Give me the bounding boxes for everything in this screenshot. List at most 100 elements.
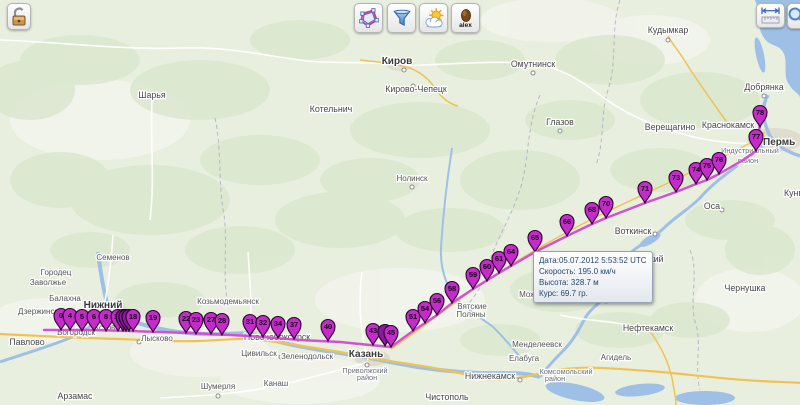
map-label: Котельнич <box>310 104 352 114</box>
map-label: Воткинск <box>615 226 652 236</box>
map-label: Агидель <box>601 353 631 362</box>
waypoint-number: 75 <box>703 161 711 170</box>
zoom-icon <box>787 6 800 26</box>
map-label: Нижнекамск <box>465 371 515 381</box>
waypoint-number: 73 <box>672 173 680 182</box>
weather-button[interactable] <box>419 3 448 33</box>
map-label: Шарья <box>138 90 165 100</box>
tooltip-altitude: Высота: 328.7 м <box>539 277 647 288</box>
draw-polygon-icon <box>358 7 380 29</box>
map-label: Поляны <box>456 310 485 319</box>
tooltip-speed: Скорость: 195.0 км/ч <box>539 266 647 277</box>
waypoint-number: 45 <box>387 328 395 337</box>
waypoint-tooltip: Дата:05.07.2012 5:53:52 UTC Скорость: 19… <box>533 251 653 303</box>
map-label: район <box>545 374 565 383</box>
map-label: Заволжье <box>30 278 67 287</box>
map-label: Зеленодольск <box>281 352 334 361</box>
map-label: Цивильск <box>241 349 277 358</box>
waypoint-number: 78 <box>756 108 764 117</box>
map-label: район <box>357 373 377 382</box>
town-dot <box>531 71 535 75</box>
town-dot <box>558 129 562 133</box>
map-label: Кудымкар <box>648 25 689 35</box>
waypoint-number: 23 <box>192 315 200 324</box>
map-label: Глазов <box>546 117 574 127</box>
map-label: Краснокамск <box>702 120 754 130</box>
user-name-label: alex <box>459 23 472 29</box>
zoom-tool-button[interactable] <box>787 3 800 29</box>
waypoint-number: 56 <box>433 296 441 305</box>
map-label: Нефтекамск <box>623 323 673 333</box>
map-label: Козьмодемьянск <box>197 297 259 306</box>
waypoint-number: 66 <box>563 217 571 226</box>
waypoint-number: 65 <box>531 233 539 242</box>
weather-icon <box>422 7 446 29</box>
map-label: Добрянка <box>744 82 783 92</box>
tooltip-course: Курс: 69.7 гр. <box>539 288 647 299</box>
map-label: Городец <box>41 268 72 277</box>
tooltip-date: Дата:05.07.2012 5:53:52 UTC <box>539 255 647 266</box>
map-label: Дзержинск <box>18 307 58 316</box>
filter-funnel-icon <box>391 7 413 29</box>
map-label: Семенов <box>96 253 129 262</box>
map-label: Оса <box>704 201 720 211</box>
waypoint-number: 68 <box>588 205 596 214</box>
map-label: Кирово-Чепецк <box>385 84 447 94</box>
waypoint-number: 8 <box>104 312 108 321</box>
waypoint-number: 37 <box>290 320 298 329</box>
map-label: Нолинск <box>396 174 428 183</box>
waypoint-number: 27 <box>207 315 215 324</box>
map-label: Лысково <box>141 334 173 343</box>
waypoint-number: 59 <box>469 270 477 279</box>
map-label: Казань <box>349 349 384 360</box>
measure-width-button[interactable] <box>756 3 785 28</box>
waypoint-number: 19 <box>149 313 157 322</box>
unlock-icon <box>9 6 29 28</box>
waypoint-number: 40 <box>324 322 332 331</box>
map-label: Шумерля <box>201 382 235 391</box>
town-dot <box>518 378 522 382</box>
waypoint-number: 28 <box>218 316 226 325</box>
map-canvas[interactable]: КировКировКазаньКазаньПермьПермьНижнийНи… <box>0 0 800 405</box>
waypoint-number: 32 <box>259 318 267 327</box>
waypoint-number: 51 <box>409 312 417 321</box>
waypoint-number: 71 <box>641 184 649 193</box>
town-dot <box>410 185 414 189</box>
waypoint-number: 18 <box>129 312 137 321</box>
map-application: КировКировКазаньКазаньПермьПермьНижнийНи… <box>0 0 800 405</box>
waypoint-number: 54 <box>421 304 430 313</box>
map-label: Омутнинск <box>511 59 555 69</box>
map-label: Арзамас <box>58 391 94 401</box>
map-label: Киров <box>382 56 413 67</box>
town-dot <box>720 208 724 212</box>
map-label: Верещагино <box>645 122 696 132</box>
map-label: Индустриальный <box>721 146 779 155</box>
user-button[interactable]: alex <box>451 3 480 33</box>
waypoint-number: 34 <box>274 319 283 328</box>
waypoint-number: 70 <box>602 199 610 208</box>
town-dot <box>666 38 670 42</box>
town-dot <box>216 394 220 398</box>
waypoint-number: 58 <box>448 284 456 293</box>
map-label: Менделеевск <box>512 340 562 349</box>
waypoint-number: 43 <box>369 326 377 335</box>
waypoint-number: 77 <box>752 132 760 141</box>
town-dot <box>762 94 766 98</box>
lock-toggle-button[interactable] <box>7 3 31 30</box>
map-label: Чистополь <box>425 392 469 402</box>
waypoint-number: 61 <box>495 254 503 263</box>
draw-geofence-button[interactable] <box>354 3 383 33</box>
map-label: Канаш <box>264 379 288 388</box>
waypoint-number: 60 <box>483 262 491 271</box>
waypoint-number: 6 <box>92 312 96 321</box>
waypoint-number: 5 <box>80 312 84 321</box>
filter-button[interactable] <box>387 3 416 33</box>
town-dot <box>653 232 657 236</box>
map-label: Елабуга <box>509 354 540 363</box>
waypoint-number: 64 <box>507 247 516 256</box>
map-label: Балахна <box>49 294 81 303</box>
town-dot <box>402 68 406 72</box>
map-label: Чернушка <box>725 283 766 293</box>
map-label: Кунгур <box>784 188 800 198</box>
waypoint-number: 76 <box>715 155 723 164</box>
